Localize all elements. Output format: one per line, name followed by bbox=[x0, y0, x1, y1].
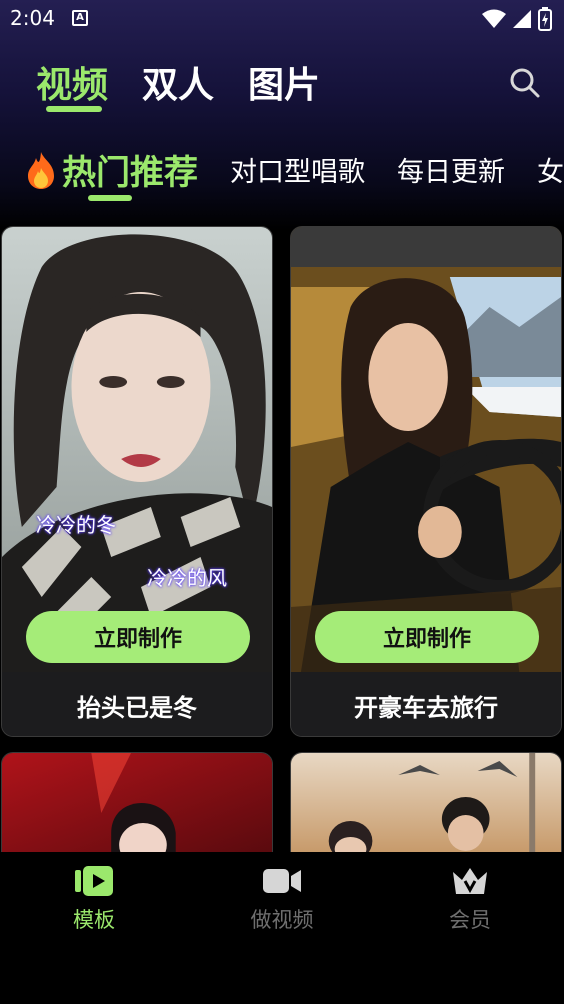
wifi-icon bbox=[482, 9, 506, 28]
battery-icon bbox=[538, 7, 552, 31]
template-thumbnail bbox=[2, 753, 272, 852]
tab-image[interactable]: 图片 bbox=[248, 56, 320, 108]
notification-icon: A bbox=[72, 10, 88, 26]
nav-make-video[interactable]: 做视频 bbox=[222, 864, 342, 934]
video-camera-icon bbox=[263, 869, 301, 893]
crown-icon bbox=[453, 868, 487, 894]
template-title: 开豪车去旅行 bbox=[291, 672, 561, 736]
nav-templates-label: 模板 bbox=[73, 908, 115, 932]
fire-icon bbox=[28, 151, 54, 189]
category-tab-lipsync[interactable]: 对口型唱歌 bbox=[230, 150, 365, 189]
nav-membership[interactable]: 会员 bbox=[410, 864, 530, 934]
status-icons bbox=[482, 7, 552, 31]
nav-make-video-label: 做视频 bbox=[250, 908, 314, 932]
status-bar: 2:04 A bbox=[0, 0, 564, 38]
template-thumbnail bbox=[291, 753, 561, 852]
tab-video[interactable]: 视频 bbox=[36, 56, 108, 112]
category-tab-hot[interactable]: 热门推荐 bbox=[24, 145, 198, 201]
template-card[interactable] bbox=[290, 752, 562, 852]
template-card[interactable]: 冷冷的冬 冷冷的风 立即制作 抬头已是冬 bbox=[1, 226, 273, 737]
category-tab-daily[interactable]: 每日更新 bbox=[397, 150, 505, 189]
make-now-button[interactable]: 立即制作 bbox=[315, 611, 539, 663]
nav-membership-label: 会员 bbox=[449, 908, 491, 932]
signal-icon bbox=[513, 10, 531, 28]
nav-templates[interactable]: 模板 bbox=[34, 864, 154, 934]
template-play-icon bbox=[75, 866, 113, 896]
category-tabs: 热门推荐 对口型唱歌 每日更新 女 bbox=[24, 145, 564, 201]
template-card[interactable]: 立即制作 开豪车去旅行 bbox=[290, 226, 562, 737]
status-time: 2:04 bbox=[10, 6, 55, 30]
category-tab-female[interactable]: 女 bbox=[537, 150, 564, 189]
lyric-line: 冷冷的风 bbox=[147, 566, 227, 590]
template-thumbnail bbox=[291, 227, 561, 672]
template-thumbnail bbox=[2, 227, 272, 672]
lyric-line: 冷冷的冬 bbox=[36, 513, 116, 537]
make-now-button[interactable]: 立即制作 bbox=[26, 611, 250, 663]
template-card[interactable] bbox=[1, 752, 273, 852]
template-title: 抬头已是冬 bbox=[2, 672, 272, 736]
tab-duo[interactable]: 双人 bbox=[142, 56, 214, 108]
category-tab-hot-label: 热门推荐 bbox=[62, 153, 198, 193]
main-tabs: 视频 双人 图片 bbox=[36, 56, 320, 112]
bottom-navigation: 模板 做视频 会员 bbox=[0, 852, 564, 1004]
search-icon[interactable] bbox=[506, 64, 542, 100]
